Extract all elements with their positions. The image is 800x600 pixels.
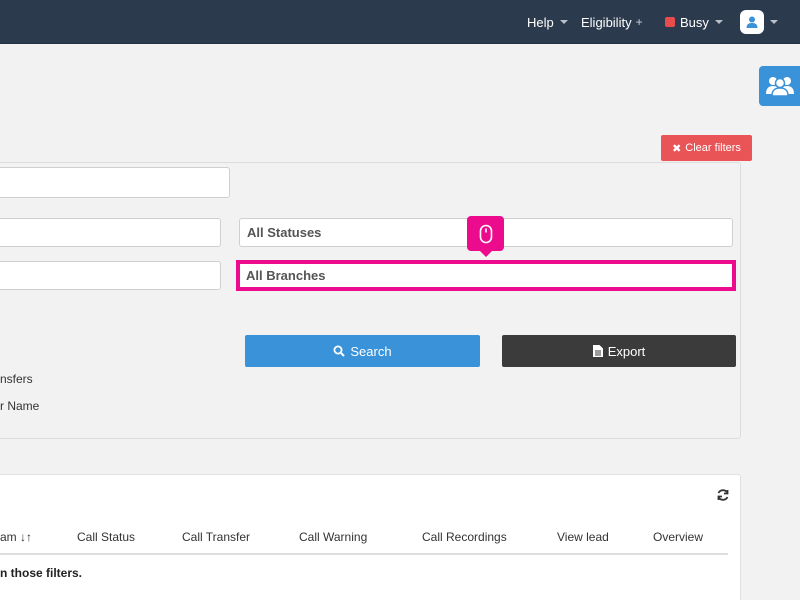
user-icon: [746, 16, 758, 28]
status-label: Busy: [680, 14, 709, 30]
filter-panel: [0, 162, 741, 439]
status-menu[interactable]: Busy: [665, 0, 723, 44]
export-label: Export: [607, 343, 646, 359]
top-navbar: Help Eligibility + Busy: [0, 0, 800, 44]
table-header-divider: [0, 553, 728, 555]
plus-icon: +: [635, 15, 643, 29]
branch-select-highlight[interactable]: All Branches: [236, 260, 736, 291]
refresh-icon[interactable]: [716, 488, 730, 502]
file-icon: [592, 345, 603, 357]
eligibility-label: Eligibility: [581, 14, 632, 30]
close-icon: ✖: [672, 142, 682, 155]
no-results-message: n those filters.: [0, 566, 83, 580]
column-overview[interactable]: Overview: [653, 530, 703, 544]
export-button[interactable]: Export: [502, 335, 736, 367]
name-checkbox-label[interactable]: r Name: [0, 399, 39, 413]
status-indicator-icon: [665, 17, 675, 27]
search-icon: [333, 345, 346, 357]
column-call-transfer[interactable]: Call Transfer: [182, 530, 250, 544]
transfers-checkbox-label[interactable]: nsfers: [0, 372, 33, 386]
mouse-click-icon: [467, 216, 504, 257]
avatar: [740, 10, 764, 34]
team-panel-button[interactable]: [759, 66, 800, 106]
clear-filters-label: Clear filters: [685, 142, 741, 154]
search-button[interactable]: Search: [245, 335, 480, 367]
clear-filters-button[interactable]: ✖ Clear filters: [661, 135, 752, 161]
chevron-down-icon: [770, 20, 778, 24]
column-call-warning[interactable]: Call Warning: [299, 530, 367, 544]
eligibility-menu[interactable]: Eligibility +: [581, 0, 643, 44]
column-call-status[interactable]: Call Status: [77, 530, 135, 544]
chevron-down-icon: [714, 20, 723, 24]
column-call-recordings[interactable]: Call Recordings: [422, 530, 507, 544]
branch-select[interactable]: All Branches: [240, 264, 732, 287]
help-label: Help: [527, 14, 554, 30]
chevron-down-icon: [559, 20, 568, 24]
filter-input-top[interactable]: [0, 167, 230, 198]
users-icon: [765, 77, 794, 97]
column-team[interactable]: am ↓↑: [0, 530, 32, 544]
filter-input-left-1[interactable]: [0, 218, 221, 247]
help-menu[interactable]: Help: [527, 0, 568, 44]
user-menu[interactable]: [740, 0, 778, 44]
search-label: Search: [350, 343, 392, 359]
status-select-value: All Statuses: [247, 225, 322, 240]
sort-icon: ↓↑: [20, 530, 33, 544]
column-team-label: am: [0, 530, 17, 544]
column-view-lead[interactable]: View lead: [557, 530, 609, 544]
branch-select-value: All Branches: [246, 268, 326, 283]
filter-input-left-2[interactable]: [0, 261, 221, 290]
